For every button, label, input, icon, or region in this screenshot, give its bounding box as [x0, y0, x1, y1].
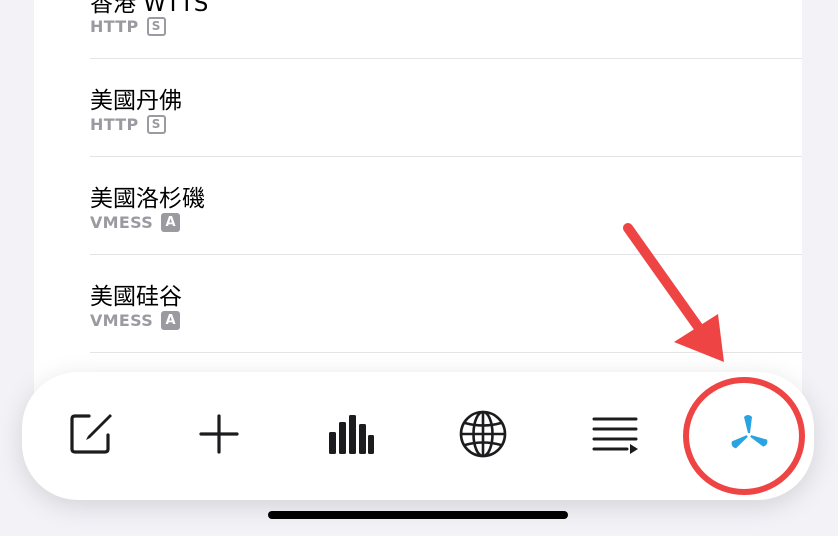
app-logo-icon — [731, 415, 768, 449]
server-name: 美國洛杉磯 — [90, 186, 205, 212]
server-badge: S — [146, 115, 166, 134]
bar-chart-icon — [329, 415, 374, 454]
list-play-icon — [592, 417, 638, 454]
server-badge: S — [146, 17, 166, 36]
app-logo-button[interactable] — [717, 402, 781, 466]
server-row[interactable]: 香港 WTTS HTTP S — [90, 0, 802, 59]
server-row[interactable]: 美國丹佛 HTTP S — [90, 59, 802, 157]
server-badge: A — [161, 213, 181, 232]
add-button[interactable] — [187, 402, 251, 466]
globe-icon — [459, 410, 507, 458]
bottom-toolbar — [22, 372, 814, 500]
server-list: 香港 WTTS HTTP S 美國丹佛 HTTP S 美國洛杉磯 VMESS A… — [34, 0, 802, 400]
edit-button[interactable] — [58, 402, 122, 466]
plus-icon — [199, 414, 239, 454]
globe-button[interactable] — [451, 402, 515, 466]
protocol-label: VMESS — [90, 311, 154, 330]
server-row[interactable]: 美國硅谷 VMESS A — [90, 255, 802, 353]
queue-button[interactable] — [584, 402, 648, 466]
protocol-label: VMESS — [90, 213, 154, 232]
home-indicator[interactable] — [268, 511, 568, 519]
server-badge: A — [161, 311, 181, 330]
protocol-label: HTTP — [90, 17, 139, 36]
protocol-label: HTTP — [90, 115, 139, 134]
server-row[interactable]: 美國洛杉磯 VMESS A — [90, 157, 802, 255]
server-name: 美國丹佛 — [90, 88, 182, 114]
stats-button[interactable] — [319, 402, 383, 466]
server-name: 美國硅谷 — [90, 284, 182, 310]
edit-icon — [70, 414, 112, 454]
server-name: 香港 WTTS — [90, 0, 209, 17]
